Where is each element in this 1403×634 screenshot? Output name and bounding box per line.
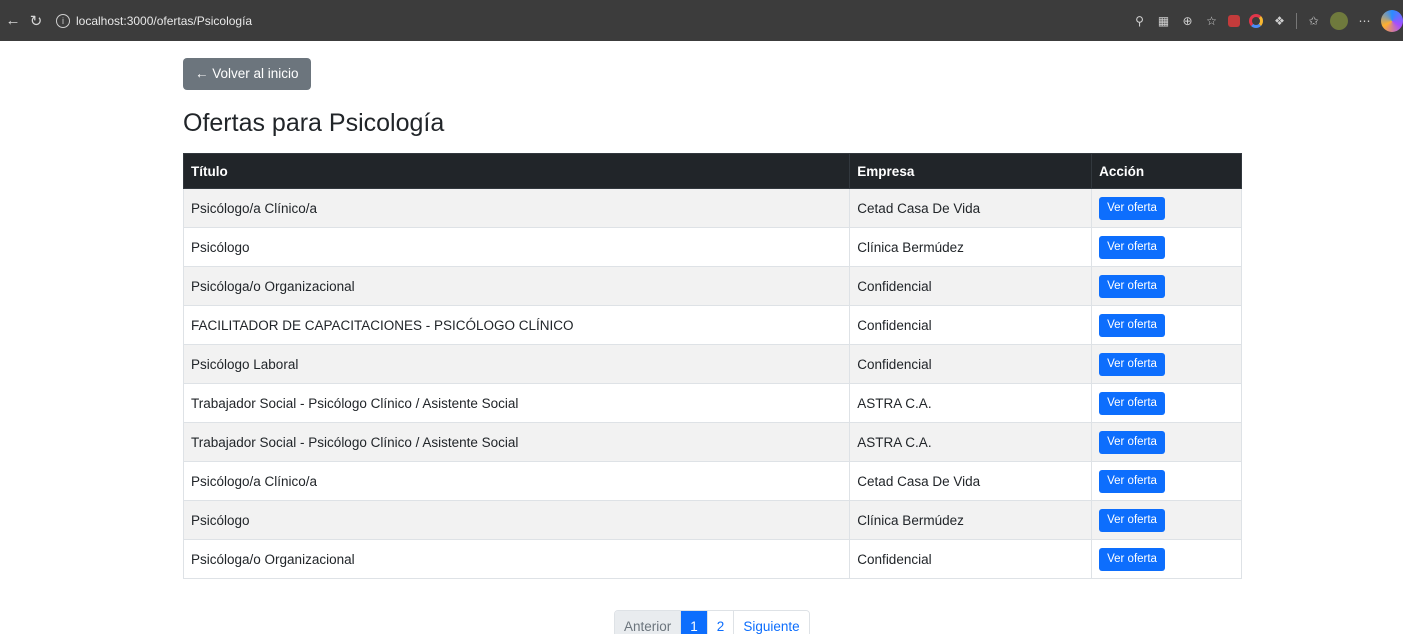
offer-action-cell: Ver oferta [1091,539,1242,579]
extensions-puzzle-icon[interactable]: ❖ [1272,14,1287,29]
offer-action-cell: Ver oferta [1091,500,1242,540]
site-info-icon[interactable]: i [56,14,70,28]
offer-title: Psicólogo [182,227,851,267]
view-offer-button[interactable]: Ver oferta [1099,430,1165,454]
view-offer-button[interactable]: Ver oferta [1099,352,1165,376]
pagination-page-2[interactable]: 2 [707,611,735,634]
view-offer-button[interactable]: Ver oferta [1099,313,1165,337]
offer-action-cell: Ver oferta [1091,383,1242,423]
header-title: Título [182,153,851,189]
offer-title: Psicólogo [182,500,851,540]
browser-toolbar: ← ↻ i localhost:3000/ofertas/Psicología … [0,0,1403,41]
offer-title: Psicóloga/o Organizacional [182,539,851,579]
table-row: FACILITADOR DE CAPACITACIONES - PSICÓLOG… [182,305,1242,345]
view-offer-button[interactable]: Ver oferta [1099,391,1165,415]
offer-action-cell: Ver oferta [1091,227,1242,267]
pagination: Anterior 1 2 Siguiente [614,610,810,634]
offer-company: Confidencial [849,539,1093,579]
table-header-row: Título Empresa Acción [182,153,1242,189]
view-offer-button[interactable]: Ver oferta [1099,547,1165,571]
offer-company: Confidencial [849,266,1093,306]
favorites-icon[interactable]: ✩ [1306,14,1321,29]
back-arrow-icon[interactable]: ← [3,11,23,31]
offer-company: ASTRA C.A. [849,383,1093,423]
refresh-icon[interactable]: ↻ [26,11,46,31]
star-icon[interactable]: ☆ [1204,14,1219,29]
view-offer-button[interactable]: Ver oferta [1099,196,1165,220]
table-row: Psicóloga/o Organizacional Confidencial … [182,266,1242,306]
table-row: Psicóloga/o Organizacional Confidencial … [182,539,1242,579]
zoom-icon[interactable]: ⊕ [1180,14,1195,29]
offer-title: Trabajador Social - Psicólogo Clínico / … [182,422,851,462]
toolbar-divider [1296,13,1297,29]
address-url: localhost:3000/ofertas/Psicología [76,14,253,28]
offer-title: Trabajador Social - Psicólogo Clínico / … [182,383,851,423]
view-offer-button[interactable]: Ver oferta [1099,274,1165,298]
table-row: Psicólogo/a Clínico/a Cetad Casa De Vida… [182,188,1242,228]
offer-company: Clínica Bermúdez [849,500,1093,540]
main-content: ← Volver al inicio Ofertas para Psicolog… [182,58,1243,579]
offer-action-cell: Ver oferta [1091,344,1242,384]
table-row: Psicólogo/a Clínico/a Cetad Casa De Vida… [182,461,1242,501]
pagination-previous[interactable]: Anterior [615,611,682,634]
view-offer-button[interactable]: Ver oferta [1099,469,1165,493]
offer-company: Clínica Bermúdez [849,227,1093,267]
offer-title: FACILITADOR DE CAPACITACIONES - PSICÓLOG… [182,305,851,345]
profile-avatar-icon[interactable] [1330,12,1348,30]
extension-icon[interactable] [1228,15,1240,27]
table-row: Psicólogo Laboral Confidencial Ver ofert… [182,344,1242,384]
browser-toolbar-icons: ⚲ ▦ ⊕ ☆ ❖ ✩ ⋯ [1132,10,1403,32]
offer-action-cell: Ver oferta [1091,422,1242,462]
more-options-icon[interactable]: ⋯ [1357,14,1372,29]
table-row: Trabajador Social - Psicólogo Clínico / … [182,422,1242,462]
offer-title: Psicólogo Laboral [182,344,851,384]
view-offer-button[interactable]: Ver oferta [1099,508,1165,532]
offer-company: Cetad Casa De Vida [849,461,1093,501]
offer-company: Confidencial [849,344,1093,384]
offer-title: Psicólogo/a Clínico/a [182,188,851,228]
offer-action-cell: Ver oferta [1091,461,1242,501]
pagination-next[interactable]: Siguiente [734,611,809,634]
table-row: Psicólogo Clínica Bermúdez Ver oferta [182,500,1242,540]
offer-title: Psicólogo/a Clínico/a [182,461,851,501]
offer-title: Psicóloga/o Organizacional [182,266,851,306]
copilot-icon[interactable] [1381,10,1403,32]
page-title: Ofertas para Psicología [183,109,445,137]
opera-extension-icon[interactable] [1249,14,1263,28]
apps-icon[interactable]: ▦ [1156,14,1171,29]
back-to-home-button[interactable]: ← Volver al inicio [183,58,311,90]
offer-action-cell: Ver oferta [1091,305,1242,345]
table-row: Psicólogo Clínica Bermúdez Ver oferta [182,227,1242,267]
header-company: Empresa [849,153,1093,189]
table-row: Trabajador Social - Psicólogo Clínico / … [182,383,1242,423]
key-icon[interactable]: ⚲ [1132,14,1147,29]
view-offer-button[interactable]: Ver oferta [1099,235,1165,259]
offer-company: ASTRA C.A. [849,422,1093,462]
offer-company: Confidencial [849,305,1093,345]
offer-action-cell: Ver oferta [1091,188,1242,228]
header-action: Acción [1091,153,1242,189]
offer-company: Cetad Casa De Vida [849,188,1093,228]
offer-action-cell: Ver oferta [1091,266,1242,306]
offers-table: Título Empresa Acción Psicólogo/a Clínic… [182,153,1242,579]
pagination-page-1[interactable]: 1 [681,611,708,634]
